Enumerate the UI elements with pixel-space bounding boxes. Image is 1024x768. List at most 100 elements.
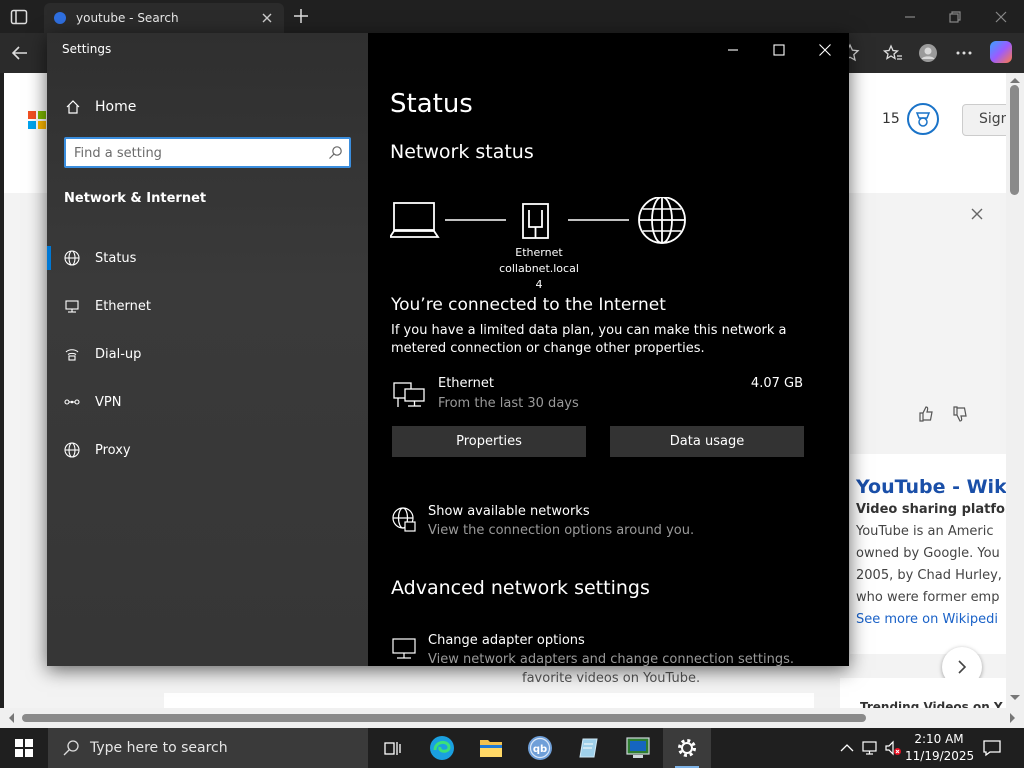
- taskbar-file-explorer[interactable]: [467, 728, 515, 768]
- maximize-icon[interactable]: [772, 43, 786, 57]
- thumbs-down-icon[interactable]: [952, 406, 968, 422]
- horizontal-scrollbar[interactable]: [0, 708, 1024, 728]
- ethernet-port-icon: [522, 203, 549, 239]
- search-favicon-icon: [54, 12, 66, 24]
- close-icon[interactable]: [970, 207, 984, 221]
- scroll-right-icon[interactable]: [1010, 713, 1020, 723]
- folder-icon: [480, 740, 502, 757]
- tab-actions-icon[interactable]: [10, 8, 28, 26]
- sign-in-button[interactable]: Sign: [962, 104, 1006, 136]
- notifications-icon[interactable]: [982, 738, 1002, 758]
- change-adapter-options-link[interactable]: Change adapter options View network adap…: [391, 633, 831, 666]
- find-setting-input[interactable]: [74, 144, 314, 162]
- taskbar-search-box[interactable]: Type here to search: [48, 728, 368, 768]
- connection-status-description: If you have a limited data plan, you can…: [391, 323, 787, 356]
- home-icon: [66, 100, 80, 114]
- microsoft-logo-icon: [28, 111, 46, 129]
- minimize-icon[interactable]: [726, 43, 740, 57]
- nav-item-dialup[interactable]: Dial-up: [47, 336, 368, 372]
- network-status-heading: Network status: [390, 141, 534, 163]
- wiki-more-link[interactable]: See more on Wikipedi: [856, 609, 1006, 631]
- svg-text:qb: qb: [533, 744, 547, 755]
- usage-amount: 4.07 GB: [750, 376, 803, 391]
- more-options-icon[interactable]: [954, 43, 974, 63]
- browser-tab[interactable]: youtube - Search: [44, 3, 284, 33]
- scroll-up-icon[interactable]: [1010, 73, 1020, 83]
- connection-status-title: You’re connected to the Internet: [391, 295, 666, 315]
- rewards-count: 15: [882, 111, 900, 127]
- new-tab-icon[interactable]: [292, 7, 310, 25]
- favorites-icon[interactable]: [883, 43, 903, 63]
- settings-content-pane: Status Network status Ethernet collabnet…: [368, 33, 849, 666]
- rewards-icon[interactable]: [907, 103, 939, 135]
- taskbar-edge[interactable]: [418, 728, 466, 768]
- search-icon[interactable]: [328, 145, 343, 160]
- nav-item-status[interactable]: Status: [47, 240, 368, 276]
- advanced-network-heading: Advanced network settings: [391, 577, 650, 599]
- change-adapter-title: Change adapter options: [428, 633, 585, 648]
- internet-globe-icon: [638, 197, 686, 244]
- home-label: Home: [95, 99, 137, 115]
- profile-avatar-icon[interactable]: [918, 43, 938, 63]
- taskbar-search-placeholder: Type here to search: [90, 740, 228, 756]
- usage-period: From the last 30 days: [438, 396, 579, 411]
- nav-item-ethernet[interactable]: Ethernet: [47, 288, 368, 324]
- find-setting-box[interactable]: [64, 137, 351, 168]
- nav-item-label: Status: [95, 250, 137, 266]
- close-icon[interactable]: [818, 43, 832, 57]
- minimize-icon[interactable]: [903, 10, 917, 24]
- nav-item-proxy[interactable]: Proxy: [47, 432, 368, 468]
- vertical-scroll-thumb[interactable]: [1010, 85, 1019, 195]
- nav-item-label: VPN: [95, 394, 122, 410]
- data-usage-row: Ethernet From the last 30 days 4.07 GB: [391, 375, 811, 415]
- task-view-button[interactable]: [368, 728, 416, 768]
- thumbs-up-icon[interactable]: [918, 406, 934, 422]
- network-globe-icon: [392, 507, 416, 532]
- network-name: collabnet.local 4: [499, 262, 579, 291]
- taskbar-qbittorrent[interactable]: qb: [516, 728, 564, 768]
- wiki-line: YouTube is an Americ: [856, 524, 994, 539]
- taskbar-remote-desktop[interactable]: [614, 728, 662, 768]
- adapter-name: Ethernet: [515, 246, 563, 259]
- close-icon[interactable]: [994, 10, 1008, 24]
- remote-desktop-icon: [626, 737, 650, 758]
- nav-home[interactable]: Home: [47, 93, 368, 121]
- chevron-up-icon[interactable]: [838, 739, 856, 757]
- network-tray-icon[interactable]: [861, 739, 879, 757]
- trending-videos-heading[interactable]: Trending Videos on Y: [840, 678, 1006, 708]
- scroll-left-icon[interactable]: [4, 713, 14, 723]
- taskbar-notepad[interactable]: [565, 728, 613, 768]
- wiki-line: who were former emp: [856, 590, 1000, 605]
- search-icon: [63, 740, 79, 756]
- windows-logo-icon: [15, 739, 33, 757]
- usage-adapter-name: Ethernet: [438, 376, 494, 391]
- properties-button[interactable]: Properties: [392, 426, 586, 457]
- edge-icon: [430, 736, 454, 760]
- show-networks-subtitle: View the connection options around you.: [428, 523, 695, 538]
- show-available-networks-link[interactable]: Show available networks View the connect…: [391, 504, 831, 544]
- restore-icon[interactable]: [948, 10, 962, 24]
- back-arrow-icon[interactable]: [10, 43, 30, 63]
- show-networks-title: Show available networks: [428, 504, 590, 519]
- settings-window: Settings Home Network & Internet Status …: [47, 33, 849, 666]
- taskbar-settings[interactable]: [663, 728, 711, 768]
- start-button[interactable]: [0, 728, 48, 768]
- nav-item-vpn[interactable]: VPN: [47, 384, 368, 420]
- qbittorrent-icon: qb: [528, 736, 552, 760]
- wiki-card: YouTube - Wiki Video sharing platfor You…: [850, 454, 1006, 654]
- wiki-line: owned by Google. You: [856, 546, 1000, 561]
- wiki-title[interactable]: YouTube - Wiki: [856, 476, 1006, 498]
- section-title: Network & Internet: [64, 191, 207, 206]
- close-tab-icon[interactable]: [260, 11, 274, 25]
- scroll-down-icon[interactable]: [1010, 695, 1020, 705]
- app-title: Settings: [62, 42, 112, 56]
- adapter-icon: [392, 638, 416, 659]
- vertical-scrollbar[interactable]: [1006, 73, 1024, 708]
- nav-item-label: Ethernet: [95, 298, 151, 314]
- change-adapter-subtitle: View network adapters and change connect…: [428, 652, 794, 666]
- horizontal-scroll-thumb[interactable]: [22, 714, 866, 722]
- copilot-icon[interactable]: [990, 41, 1012, 63]
- system-clock[interactable]: 2:10 AM 11/19/2025: [905, 731, 974, 765]
- data-usage-button[interactable]: Data usage: [610, 426, 804, 457]
- volume-muted-icon[interactable]: [884, 739, 902, 757]
